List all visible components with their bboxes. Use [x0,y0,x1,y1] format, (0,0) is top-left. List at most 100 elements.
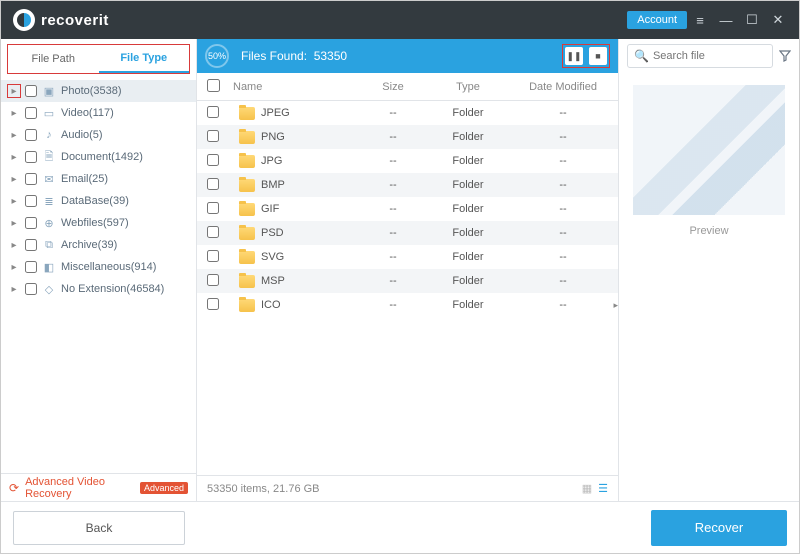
close-icon[interactable]: ✕ [765,7,791,33]
row-name: PSD [261,227,284,239]
tree-item-misc[interactable]: ▸ ◧ Miscellaneous(914) [1,256,196,278]
maximize-icon[interactable]: ☐ [739,7,765,33]
tree-item-audio[interactable]: ▸ ♪ Audio(5) [1,124,196,146]
tree-item-noext[interactable]: ▸ ◇ No Extension(46584) [1,278,196,300]
tab-file-path[interactable]: File Path [8,45,99,73]
tree-item-label: Document(1492) [61,151,143,163]
tree-checkbox[interactable] [25,85,37,97]
tree-item-label: Archive(39) [61,239,117,251]
chevron-right-icon[interactable]: ▸ [613,300,618,311]
folder-icon [239,227,255,240]
row-checkbox[interactable] [207,226,219,238]
row-checkbox[interactable] [207,178,219,190]
pause-button[interactable]: ❚❚ [565,47,583,65]
back-button[interactable]: Back [13,511,185,545]
recover-button[interactable]: Recover [651,510,787,546]
folder-icon [239,179,255,192]
files-found-text: Files Found: 53350 [241,49,347,63]
files-found-label: Files Found: [241,49,307,63]
tree-checkbox[interactable] [25,151,37,163]
row-date: -- [508,131,618,143]
tree-item-email[interactable]: ▸ ✉ Email(25) [1,168,196,190]
row-checkbox[interactable] [207,106,219,118]
tree-checkbox[interactable] [25,239,37,251]
account-button[interactable]: Account [627,11,687,29]
list-view-icon[interactable]: ☰ [598,482,608,495]
file-list[interactable]: JPEG--Folder--PNG--Folder--JPG--Folder--… [197,101,618,475]
row-type: Folder [428,275,508,287]
col-date[interactable]: Date Modified [508,81,618,93]
col-name[interactable]: Name [229,81,358,93]
tree-checkbox[interactable] [25,173,37,185]
folder-icon [239,299,255,312]
chevron-right-icon[interactable]: ▸ [7,106,21,120]
chevron-right-icon[interactable]: ▸ [7,194,21,208]
tree-checkbox[interactable] [25,283,37,295]
avr-badge: Advanced [140,482,188,494]
tree-item-video[interactable]: ▸ ▭ Video(117) [1,102,196,124]
center-pane: 50% Files Found: 53350 ❚❚ ■ Name Size Ty… [197,39,619,501]
preview-label: Preview [619,225,799,237]
tree-checkbox[interactable] [25,217,37,229]
menu-icon[interactable]: ≡ [687,7,713,33]
tree-item-database[interactable]: ▸ ≣ DataBase(39) [1,190,196,212]
tab-file-type[interactable]: File Type [99,45,190,73]
chevron-right-icon[interactable]: ▸ [7,238,21,252]
files-found-value: 53350 [314,49,347,63]
table-row[interactable]: PNG--Folder-- [197,125,618,149]
col-size[interactable]: Size [358,81,428,93]
tree-item-archive[interactable]: ▸ ⧉ Archive(39) [1,234,196,256]
table-row[interactable]: PSD--Folder-- [197,221,618,245]
avr-label: Advanced Video Recovery [25,476,134,500]
filter-icon[interactable] [779,50,791,62]
minimize-icon[interactable]: — [713,7,739,33]
row-date: -- [508,275,618,287]
tree-checkbox[interactable] [25,261,37,273]
table-row[interactable]: GIF--Folder-- [197,197,618,221]
video-icon: ▭ [41,106,57,120]
app-logo: recoverit [13,9,109,31]
search-input[interactable] [653,50,766,62]
row-type: Folder [428,299,508,311]
table-row[interactable]: JPEG--Folder-- [197,101,618,125]
advanced-video-recovery[interactable]: ⟳ Advanced Video Recovery Advanced [1,473,196,501]
tree-item-document[interactable]: ▸ 🗎 Document(1492) [1,146,196,168]
tree-checkbox[interactable] [25,107,37,119]
row-date: -- [508,203,618,215]
row-date: -- [508,251,618,263]
table-row[interactable]: JPG--Folder-- [197,149,618,173]
grid-view-icon[interactable]: ▦ [582,482,592,495]
email-icon: ✉ [41,172,57,186]
chevron-right-icon[interactable]: ▸ [7,128,21,142]
tree-checkbox[interactable] [25,129,37,141]
misc-icon: ◧ [41,260,57,274]
chevron-right-icon[interactable]: ▸ [7,172,21,186]
chevron-right-icon[interactable]: ▸ [7,282,21,296]
row-size: -- [358,299,428,311]
sidebar: File Path File Type ▸ ▣ Photo(3538) ▸ ▭ … [1,39,197,501]
chevron-right-icon[interactable]: ▸ [7,260,21,274]
archive-icon: ⧉ [41,238,57,252]
chevron-right-icon[interactable]: ▸ [7,216,21,230]
table-row[interactable]: MSP--Folder-- [197,269,618,293]
row-checkbox[interactable] [207,274,219,286]
chevron-right-icon[interactable]: ▸ [7,84,21,98]
tree-item-photo[interactable]: ▸ ▣ Photo(3538) [1,80,196,102]
table-row[interactable]: SVG--Folder-- [197,245,618,269]
stop-button[interactable]: ■ [589,47,607,65]
tree-item-webfiles[interactable]: ▸ ⊕ Webfiles(597) [1,212,196,234]
tree-checkbox[interactable] [25,195,37,207]
image-icon: ▣ [41,84,57,98]
row-checkbox[interactable] [207,130,219,142]
col-type[interactable]: Type [428,81,508,93]
row-checkbox[interactable] [207,202,219,214]
row-checkbox[interactable] [207,298,219,310]
row-checkbox[interactable] [207,250,219,262]
row-checkbox[interactable] [207,154,219,166]
table-row[interactable]: BMP--Folder-- [197,173,618,197]
chevron-right-icon[interactable]: ▸ [7,150,21,164]
table-row[interactable]: ICO--Folder--▸ [197,293,618,317]
row-size: -- [358,131,428,143]
select-all-checkbox[interactable] [207,79,220,92]
tree-item-label: Webfiles(597) [61,217,129,229]
